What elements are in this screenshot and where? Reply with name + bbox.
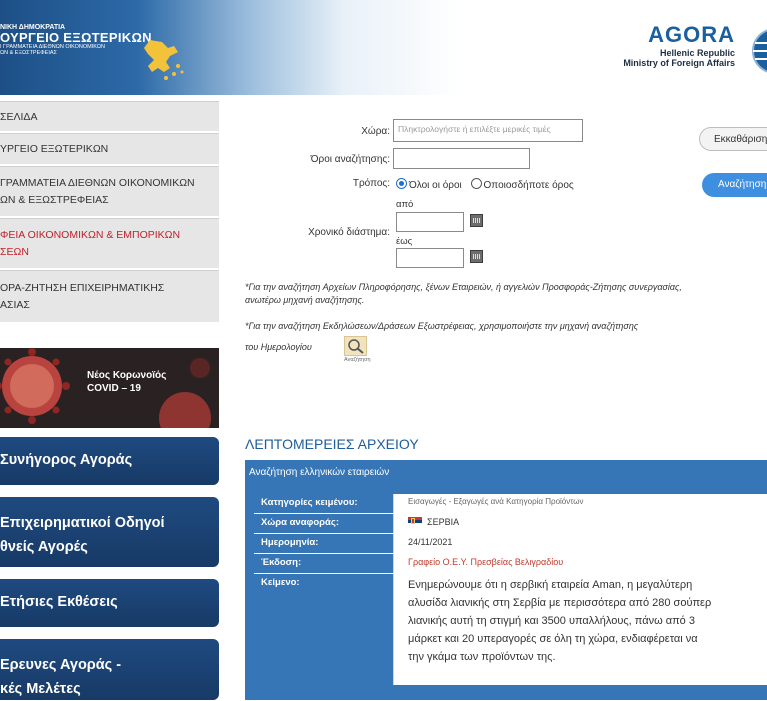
note-events-line2: του Ημερολογίου	[245, 342, 312, 352]
brand-name: AGORA	[648, 22, 735, 47]
sidebar-item-label: ΦΕΙΑ ΟΙΚΟΝΟΜΙΚΩΝ & ΕΜΠΟΡΙΚΩΝ	[0, 228, 181, 241]
panel-header: Αναζήτηση ελληνικών εταιρειών	[249, 467, 390, 478]
sidebar-item-economic-offices[interactable]: ΦΕΙΑ ΟΙΚΟΝΟΜΙΚΩΝ & ΕΜΠΟΡΙΚΩΝ ΣΕΩΝ	[0, 218, 219, 270]
covid-title: Νέος Κορωνοϊός	[87, 370, 167, 381]
ministry-logo-text[interactable]: ΝΙΚΗ ΔΗΜΟΚΡΑΤΙΑ ΟΥΡΓΕΙΟ ΕΞΩΤΕΡΙΚΩΝ Ι ΓΡΑ…	[0, 24, 152, 57]
text-line: Ενημερώνουμε ότι η σερβική εταιρεία Aman…	[408, 579, 693, 591]
terms-label: Όροι αναζήτησης:	[310, 154, 390, 165]
brand-sub1: Hellenic Republic	[659, 48, 735, 58]
date-to-input[interactable]	[396, 248, 464, 268]
covid-subtitle: COVID – 19	[87, 382, 141, 394]
nav-button-label-2: κές Μελέτες	[0, 681, 81, 697]
text-line: μάρκετ και 20 υπεραγορές σε όλη τη χώρα,…	[408, 633, 698, 645]
terms-input[interactable]	[393, 148, 530, 169]
details-title: ΛΕΠΤΟΜΕΡΕΙΕΣ ΑΡΧΕΙΟΥ	[245, 436, 419, 452]
row-value-text: Ενημερώνουμε ότι η σερβική εταιρεία Aman…	[393, 574, 767, 685]
sidebar-item-label: ΟΡΑ-ΖΗΤΗΣΗ ΕΠΙΧΕΙΡΗΜΑΤΙΚΗΣ	[0, 281, 165, 294]
note-events-line1: *Για την αναζήτηση Εκδηλώσεων/Δράσεων Εξ…	[245, 321, 639, 331]
table-row: Κείμενο: Ενημερώνουμε ότι η σερβική εται…	[254, 574, 767, 685]
details-table: Κατηγορίες κειμένου: Εισαγωγές - Εξαγωγέ…	[254, 494, 767, 685]
row-key: Κείμενο:	[254, 574, 393, 685]
text-line: την γκάμα των προϊόντων της.	[408, 651, 556, 663]
covid-banner[interactable]: Νέος Κορωνοϊός COVID – 19	[0, 348, 219, 428]
sidebar-item-label: ΥΡΓΕΙΟ ΕΞΩΤΕΡΙΚΩΝ	[0, 143, 109, 155]
nav-button-label: Ερευνες Αγοράς -	[0, 657, 122, 673]
globe-icon	[752, 29, 767, 73]
mode-options: Όλοι οι όροι Οποιοσδήποτε όρος	[396, 178, 574, 191]
sidebar: ΣΕΛΙΔΑ ΥΡΓΕΙΟ ΕΞΩΤΕΡΙΚΩΝ ΓΡΑΜΜΑΤΕΙΑ ΔΙΕΘ…	[0, 101, 219, 324]
text-line: αλυσίδα λιανικής στη Σερβία με περισσότε…	[408, 597, 712, 609]
table-row: Έκδοση: Γραφείο Ο.Ε.Υ. Πρεσβείας Βελιγρα…	[254, 554, 767, 574]
table-row: Ημερομηνία: 24/11/2021	[254, 534, 767, 554]
calendar-to-icon[interactable]	[470, 250, 483, 263]
sidebar-item-label: ΣΕΛΙΔΑ	[0, 110, 38, 123]
note-archives: *Για την αναζήτηση Αρχείων Πληροφόρησης,…	[245, 281, 682, 307]
sidebar-item-secretariat[interactable]: ΓΡΑΜΜΑΤΕΙΑ ΔΙΕΘΝΩΝ ΟΙΚΟΝΟΜΙΚΩΝ ΩΝ & ΕΞΩΣ…	[0, 166, 219, 218]
greece-map-icon	[144, 40, 184, 80]
row-value-link[interactable]: Γραφείο Ο.Ε.Υ. Πρεσβείας Βελιγραδίου	[393, 554, 767, 573]
note-archives-line1: *Για την αναζήτηση Αρχείων Πληροφόρησης,…	[245, 282, 682, 292]
sidebar-item-label-2: ΩΝ & ΕΞΩΣΤΡΕΦΕΙΑΣ	[0, 193, 109, 206]
sidebar-item-supply-demand[interactable]: ΟΡΑ-ΖΗΤΗΣΗ ΕΠΙΧΕΙΡΗΜΑΤΙΚΗΣ ΑΣΙΑΣ	[0, 270, 219, 324]
nav-button-annual-reports[interactable]: Ετήσιες Εκθέσεις	[0, 579, 219, 627]
nav-button-label: Ετήσιες Εκθέσεις	[0, 594, 118, 610]
country-value: ΣΕΡΒΙΑ	[427, 517, 460, 527]
row-value: ΣΕΡΒΙΑ	[393, 514, 767, 533]
magnifier-icon	[348, 339, 364, 354]
row-value: 24/11/2021	[393, 534, 767, 553]
calendar-search-button[interactable]	[344, 336, 367, 356]
text-line: λιανικής αυτή τη στιγμή και 3500 υπαλλήλ…	[408, 615, 695, 627]
table-row: Κατηγορίες κειμένου: Εισαγωγές - Εξαγωγέ…	[254, 494, 767, 514]
nav-button-business-guides[interactable]: Επιχειρηματικοί Οδηγοί θνείς Αγορές	[0, 497, 219, 567]
nav-button-label-2: θνείς Αγορές	[0, 539, 88, 555]
from-label: από	[396, 199, 414, 210]
row-value: Εισαγωγές - Εξαγωγές ανά Κατηγορία Προϊό…	[393, 494, 767, 513]
date-from-input[interactable]	[396, 212, 464, 232]
site-header: ΝΙΚΗ ΔΗΜΟΚΡΑΤΙΑ ΟΥΡΓΕΙΟ ΕΞΩΤΕΡΙΚΩΝ Ι ΓΡΑ…	[0, 0, 767, 95]
sidebar-item-label-2: ΣΕΩΝ	[0, 245, 29, 258]
mode-label: Τρόπος:	[352, 178, 390, 189]
nav-button-market-research[interactable]: Ερευνες Αγοράς - κές Μελέτες	[0, 639, 219, 700]
clear-button[interactable]: Εκκαθάριση	[699, 127, 767, 151]
period-label: Χρονικό διάστημα:	[308, 227, 390, 238]
nav-button-label: Επιχειρηματικοί Οδηγοί	[0, 515, 165, 531]
sidebar-item-ministry[interactable]: ΥΡΓΕΙΟ ΕΞΩΤΕΡΙΚΩΝ	[0, 133, 219, 166]
sidebar-item-home[interactable]: ΣΕΛΙΔΑ	[0, 101, 219, 133]
note-archives-line2: ανωτέρω μηχανή αναζήτησης.	[245, 295, 365, 305]
row-key: Κατηγορίες κειμένου:	[254, 494, 393, 513]
row-key: Χώρα αναφοράς:	[254, 514, 393, 533]
calendar-from-icon[interactable]	[470, 214, 483, 227]
sidebar-item-label: ΓΡΑΜΜΑΤΕΙΑ ΔΙΕΘΝΩΝ ΟΙΚΟΝΟΜΙΚΩΝ	[0, 176, 195, 189]
agora-logo[interactable]: AGORA Hellenic Republic Ministry of Fore…	[623, 22, 735, 68]
details-panel: Αναζήτηση ελληνικών εταιρειών Κατηγορίες…	[245, 460, 767, 700]
calendar-search-label: Αναζήτηση	[344, 357, 371, 363]
search-button[interactable]: Αναζήτηση	[702, 173, 767, 197]
mode-any-radio[interactable]	[470, 178, 482, 189]
nav-button-label: Συνήγορος Αγοράς	[0, 452, 133, 468]
ministry-line4: ΩΝ & ΕΞΩΣΤΡΕΦΕΙΑΣ	[0, 49, 57, 56]
note-events: *Για την αναζήτηση Εκδηλώσεων/Δράσεων Εξ…	[245, 320, 638, 354]
table-row: Χώρα αναφοράς: ΣΕΡΒΙΑ	[254, 514, 767, 534]
sidebar-item-label-2: ΑΣΙΑΣ	[0, 298, 30, 311]
mode-any-label: Οποιοσδήποτε όρος	[483, 180, 574, 191]
country-input[interactable]: Πληκτρολογήστε ή επιλέξτε μερικές τιμές	[393, 119, 583, 142]
nav-button-market-advocate[interactable]: Συνήγορος Αγοράς	[0, 437, 219, 485]
serbia-flag-icon	[408, 517, 422, 526]
row-key: Έκδοση:	[254, 554, 393, 573]
mode-all-label: Όλοι οι όροι	[409, 180, 462, 191]
mode-all-radio[interactable]	[396, 178, 407, 189]
row-key: Ημερομηνία:	[254, 534, 393, 553]
to-label: έως	[396, 236, 413, 247]
brand-sub2: Ministry of Foreign Affairs	[623, 58, 735, 68]
ministry-line2: ΟΥΡΓΕΙΟ ΕΞΩΤΕΡΙΚΩΝ	[0, 30, 152, 46]
country-label: Χώρα:	[361, 126, 390, 137]
